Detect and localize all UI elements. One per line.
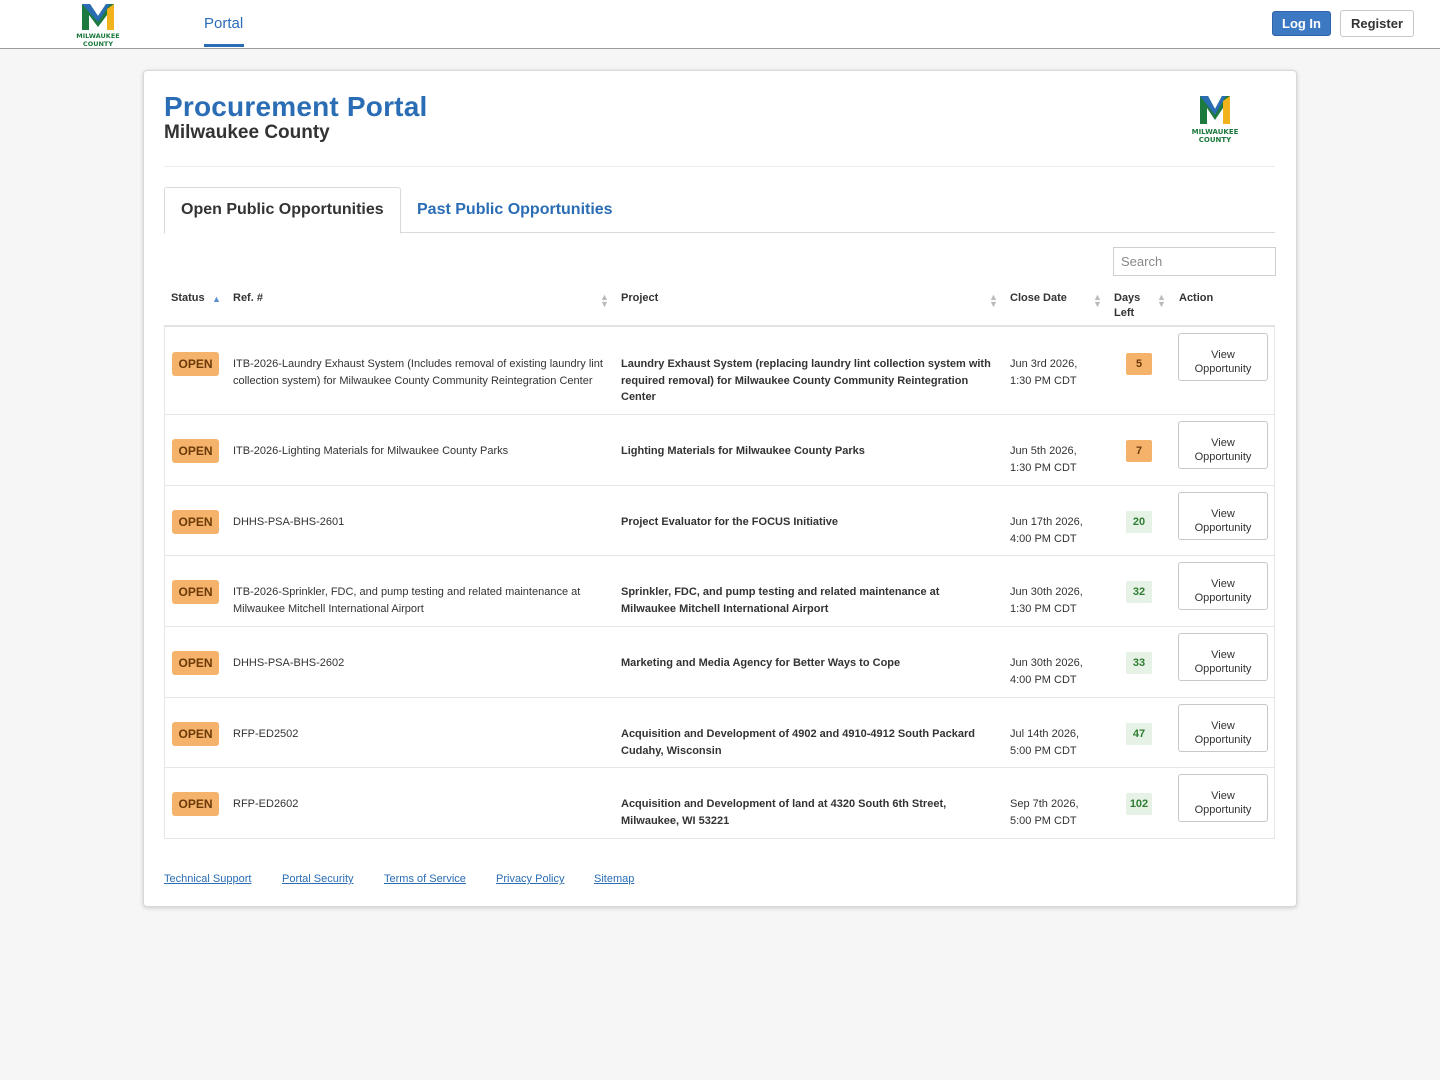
status-badge: OPEN: [172, 510, 219, 534]
register-button[interactable]: Register: [1340, 10, 1414, 37]
svg-text:COUNTY: COUNTY: [83, 40, 113, 48]
days-left-badge: 47: [1126, 723, 1152, 745]
table-row: OPEN RFP-ED2502 Acquisition and Developm…: [165, 697, 1274, 767]
view-opportunity-button[interactable]: View Opportunity: [1178, 774, 1268, 822]
milwaukee-county-logo-large: MILWAUKEE COUNTY: [1192, 96, 1239, 144]
ref-number: ITB-2026-Lighting Materials for Milwauke…: [233, 445, 509, 457]
close-date: Jul 14th 2026, 5:00 PM CDT: [1010, 728, 1080, 757]
column-header-ref[interactable]: Ref. #: [233, 291, 263, 306]
days-left-badge: 32: [1126, 581, 1152, 603]
ref-number: ITB-2026-Laundry Exhaust System (Include…: [233, 358, 603, 387]
table-row: OPEN DHHS-PSA-BHS-2602 Marketing and Med…: [165, 626, 1274, 697]
view-opportunity-button[interactable]: View Opportunity: [1178, 492, 1268, 540]
status-badge: OPEN: [172, 439, 219, 463]
svg-text:COUNTY: COUNTY: [1199, 136, 1232, 144]
status-badge: OPEN: [172, 580, 219, 604]
nav-portal-link[interactable]: Portal: [204, 0, 243, 48]
days-left-badge: 20: [1126, 511, 1152, 533]
days-left-badge: 5: [1126, 353, 1152, 375]
column-header-status[interactable]: Status: [171, 291, 205, 306]
close-date: Jun 3rd 2026, 1:30 PM CDT: [1010, 358, 1078, 387]
ref-number: RFP-ED2602: [233, 798, 299, 810]
active-nav-indicator: [204, 44, 244, 47]
view-opportunity-button[interactable]: View Opportunity: [1178, 704, 1268, 752]
milwaukee-county-logo[interactable]: MILWAUKEE COUNTY: [68, 0, 128, 48]
status-badge: OPEN: [172, 792, 219, 816]
project-title: Project Evaluator for the FOCUS Initiati…: [621, 516, 838, 528]
sort-icon[interactable]: ▲ ▼: [600, 293, 609, 309]
days-left-badge: 33: [1126, 652, 1152, 674]
close-date: Jun 5th 2026, 1:30 PM CDT: [1010, 445, 1077, 474]
close-date: Sep 7th 2026, 5:00 PM CDT: [1010, 798, 1079, 827]
tab-open-opportunities[interactable]: Open Public Opportunities: [164, 187, 401, 234]
tab-past-opportunities[interactable]: Past Public Opportunities: [400, 187, 630, 233]
view-opportunity-button[interactable]: View Opportunity: [1178, 333, 1268, 381]
footer-link-technical-support[interactable]: Technical Support: [164, 873, 251, 885]
table-row: OPEN ITB-2026-Laundry Exhaust System (In…: [165, 327, 1274, 414]
table-body: OPEN ITB-2026-Laundry Exhaust System (In…: [164, 327, 1275, 839]
column-header-days-left[interactable]: Days Left: [1114, 291, 1150, 321]
ref-number: RFP-ED2502: [233, 728, 299, 740]
svg-text:MILWAUKEE: MILWAUKEE: [76, 32, 119, 40]
close-date: Jun 30th 2026, 4:00 PM CDT: [1010, 657, 1083, 686]
days-left-badge: 7: [1126, 440, 1152, 462]
close-date: Jun 30th 2026, 1:30 PM CDT: [1010, 586, 1083, 615]
sort-ascending-icon[interactable]: ▲: [212, 295, 221, 304]
header-divider: [164, 166, 1275, 167]
ref-number: DHHS-PSA-BHS-2602: [233, 657, 345, 669]
table-header: Status ▲ Ref. # ▲ ▼ Project ▲ ▼ Close Date…: [164, 284, 1275, 327]
footer-link-privacy-policy[interactable]: Privacy Policy: [496, 873, 564, 885]
status-badge: OPEN: [172, 352, 219, 376]
top-navbar: MILWAUKEE COUNTY Portal Log In Register: [0, 0, 1440, 49]
column-header-close-date[interactable]: Close Date: [1010, 291, 1067, 306]
opportunity-tabs: Open Public Opportunities Past Public Op…: [164, 187, 1275, 234]
login-button[interactable]: Log In: [1272, 11, 1331, 36]
sort-icon[interactable]: ▲ ▼: [1093, 293, 1102, 309]
column-header-project[interactable]: Project: [621, 291, 658, 306]
view-opportunity-button[interactable]: View Opportunity: [1178, 633, 1268, 681]
table-row: OPEN DHHS-PSA-BHS-2601 Project Evaluator…: [165, 485, 1274, 555]
page-subtitle: Milwaukee County: [164, 122, 330, 143]
status-badge: OPEN: [172, 651, 219, 675]
page-title: Procurement Portal: [164, 91, 428, 122]
project-title: Acquisition and Development of land at 4…: [621, 798, 947, 827]
view-opportunity-button[interactable]: View Opportunity: [1178, 562, 1268, 610]
search-input[interactable]: [1113, 247, 1276, 276]
svg-text:MILWAUKEE: MILWAUKEE: [1192, 128, 1239, 136]
status-badge: OPEN: [172, 722, 219, 746]
project-title: Sprinkler, FDC, and pump testing and rel…: [621, 586, 940, 615]
ref-number: DHHS-PSA-BHS-2601: [233, 516, 345, 528]
project-title: Marketing and Media Agency for Better Wa…: [621, 657, 901, 669]
table-row: OPEN ITB-2026-Lighting Materials for Mil…: [165, 414, 1274, 485]
close-date: Jun 17th 2026, 4:00 PM CDT: [1010, 516, 1083, 545]
portal-card: Procurement Portal Milwaukee County MILW…: [143, 70, 1297, 907]
project-title: Laundry Exhaust System (replacing laundr…: [621, 358, 991, 403]
footer-link-portal-security[interactable]: Portal Security: [282, 873, 354, 885]
ref-number: ITB-2026-Sprinkler, FDC, and pump testin…: [233, 586, 581, 615]
opportunities-table: Status ▲ Ref. # ▲ ▼ Project ▲ ▼ Close Date…: [164, 284, 1275, 839]
view-opportunity-button[interactable]: View Opportunity: [1178, 421, 1268, 469]
table-row: OPEN RFP-ED2602 Acquisition and Developm…: [165, 767, 1274, 838]
sort-icon[interactable]: ▲ ▼: [989, 293, 998, 309]
sort-icon[interactable]: ▲ ▼: [1157, 293, 1166, 309]
table-row: OPEN ITB-2026-Sprinkler, FDC, and pump t…: [165, 555, 1274, 626]
footer-link-sitemap[interactable]: Sitemap: [594, 873, 634, 885]
footer-link-terms-of-service[interactable]: Terms of Service: [384, 873, 466, 885]
column-header-action: Action: [1179, 292, 1214, 304]
days-left-badge: 102: [1126, 793, 1152, 815]
project-title: Acquisition and Development of 4902 and …: [621, 728, 975, 757]
project-title: Lighting Materials for Milwaukee County …: [621, 445, 865, 457]
